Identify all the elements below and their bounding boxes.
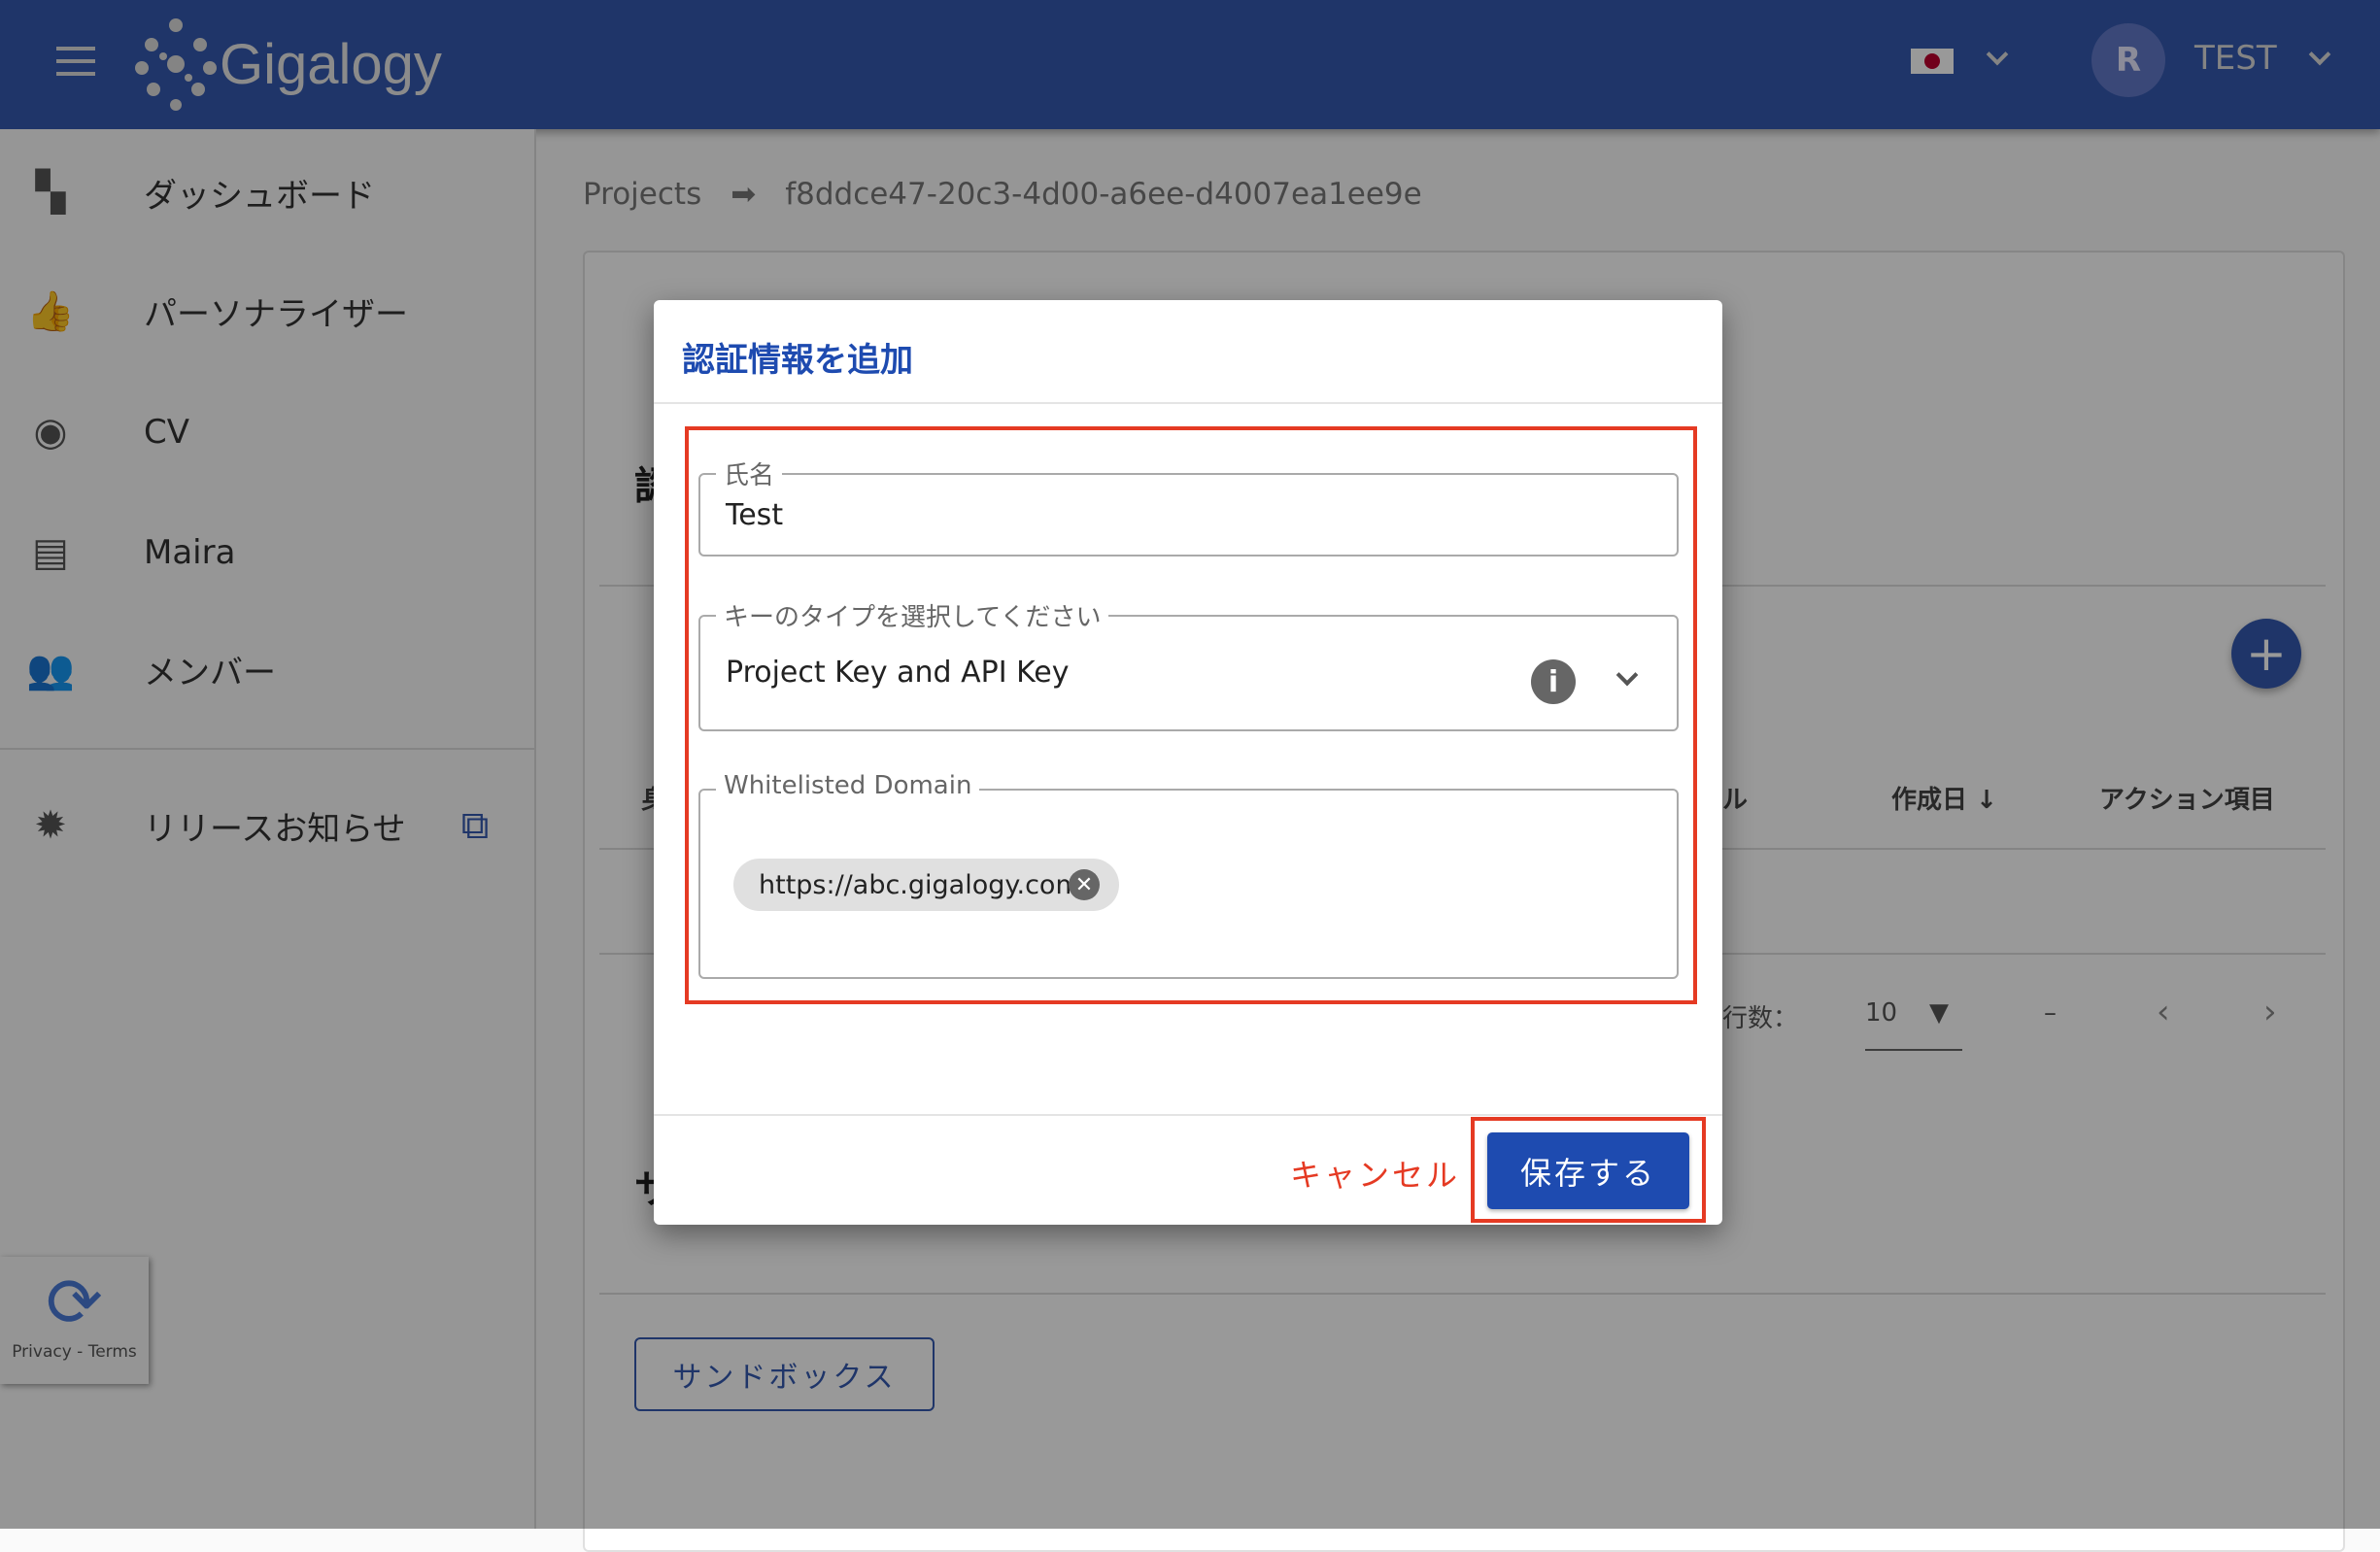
domain-field-label: Whitelisted Domain	[716, 771, 980, 800]
info-icon[interactable]: i	[1531, 659, 1576, 704]
key-type-select[interactable]: キーのタイプを選択してください Project Key and API Key …	[698, 597, 1679, 731]
cancel-button[interactable]: キャンセル	[1290, 1151, 1460, 1196]
domain-chip: https://abc.gigalogy.com ✕	[733, 859, 1119, 911]
domain-chip-label: https://abc.gigalogy.com	[759, 869, 1081, 900]
dialog-title: 認証情報を追加	[682, 341, 913, 380]
key-type-label: キーのタイプを選択してください	[716, 597, 1109, 633]
remove-chip-icon[interactable]: ✕	[1069, 869, 1100, 900]
name-field-value: Test	[726, 498, 784, 532]
chevron-down-icon[interactable]	[1615, 663, 1639, 687]
key-type-value: Project Key and API Key	[726, 656, 1070, 690]
name-field[interactable]: 氏名 Test	[698, 455, 1679, 557]
divider	[654, 1114, 1722, 1116]
whitelisted-domain-field[interactable]: Whitelisted Domain https://abc.gigalogy.…	[698, 771, 1679, 979]
save-button[interactable]: 保存する	[1487, 1132, 1689, 1209]
divider	[654, 402, 1722, 404]
add-credential-dialog: 認証情報を追加 氏名 Test キーのタイプを選択してください Project …	[654, 300, 1722, 1225]
name-field-label: 氏名	[716, 455, 783, 491]
